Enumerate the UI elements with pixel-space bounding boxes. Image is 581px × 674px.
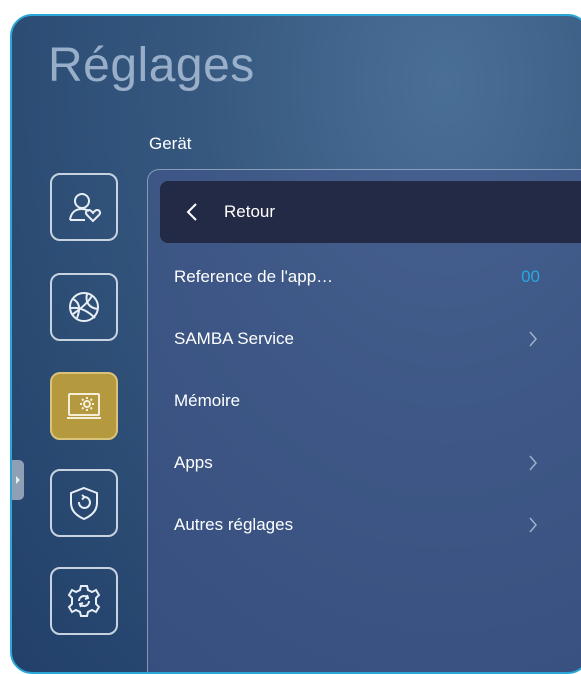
chevron-right-icon [16,476,20,484]
menu-item-label: Apps [174,453,213,472]
sidebar-item-user-settings[interactable] [50,173,118,241]
menu-item-label: Mémoire [174,391,241,410]
menu-item-memoire[interactable]: Mémoire [148,373,568,429]
chevron-right-icon [529,331,537,347]
settings-panel: Retour Reference de l'app… 00 SAMBA Serv… [147,169,581,672]
back-button[interactable]: Retour [160,181,581,243]
menu-item-label: SAMBA Service [174,329,294,348]
settings-screen: Réglages Gerät Retour Reference de l'app… [10,14,581,674]
menu-item-samba-service[interactable]: SAMBA Service [148,311,568,367]
menu-item-autres-reglages[interactable]: Autres réglages [148,497,568,553]
chevron-left-icon [186,203,197,221]
device-settings-icon [67,393,101,419]
user-heart-icon [69,193,102,223]
sidebar-item-device[interactable] [50,372,118,440]
menu-item-apps[interactable]: Apps [148,435,568,491]
menu-item-reference[interactable]: Reference de l'app… 00 [148,249,568,305]
globe-icon [69,292,99,322]
gear-refresh-icon [67,585,101,617]
back-label: Retour [224,202,276,221]
shield-icon [70,486,98,521]
menu-item-value: 00 [521,267,540,286]
menu-item-label: Reference de l'app… [174,267,334,286]
sidebar-item-system[interactable] [50,567,118,635]
menu-item-label: Autres réglages [174,515,294,534]
chevron-right-icon [529,517,537,533]
sidebar-item-network[interactable] [50,273,118,341]
page-title: Réglages [48,39,255,92]
expand-sidebar-tab[interactable] [12,460,24,500]
section-label: Gerät [149,134,192,153]
chevron-right-icon [529,455,537,471]
sidebar-item-security[interactable] [50,469,118,537]
